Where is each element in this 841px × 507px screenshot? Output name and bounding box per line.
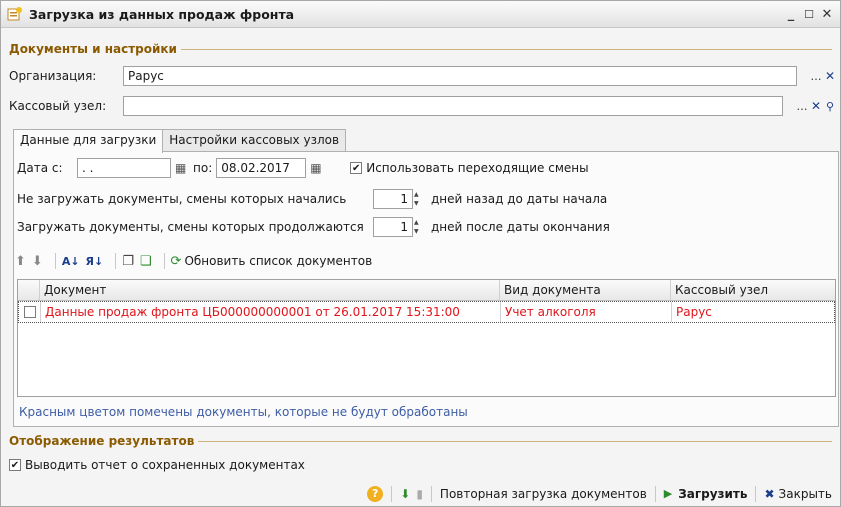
checkbox-unchecked-icon[interactable]	[23, 306, 36, 318]
arrow-down-icon[interactable]: ⬇	[32, 254, 43, 269]
close-window-button[interactable]: ✕	[818, 7, 836, 22]
do-load-days-input[interactable]: 1 ▲ ▼	[373, 217, 419, 237]
uncheck-all-icon[interactable]: ❏	[140, 254, 152, 269]
help-icon[interactable]: ?	[367, 485, 384, 502]
doc-disabled-icon: ▮	[416, 486, 423, 501]
refresh-icon[interactable]: ⟳	[171, 254, 182, 269]
arrow-up-icon[interactable]: ⬆	[15, 254, 26, 269]
org-select-button[interactable]: …	[809, 67, 823, 85]
row-checkbox[interactable]	[19, 302, 41, 322]
no-load-days-input[interactable]: 1 ▲ ▼	[373, 189, 419, 209]
org-field[interactable]: Рарус	[123, 66, 797, 86]
dates-row: Дата с: . . ▦ по: 08.02.2017 ▦ ✔ Использ…	[17, 158, 589, 178]
org-clear-icon[interactable]: ✕	[823, 67, 837, 85]
reload-button[interactable]: Повторная загрузка документов	[440, 487, 647, 501]
row-type: Учет алкоголя	[501, 302, 672, 322]
cash-node-clear-icon[interactable]: ✕	[809, 97, 823, 115]
use-shifts-label: Использовать переходящие смены	[366, 161, 589, 175]
use-shifts-checkbox[interactable]: ✔ Использовать переходящие смены	[350, 161, 589, 175]
no-load-label: Не загружать документы, смены которых на…	[17, 192, 347, 206]
tab-load-data[interactable]: Данные для загрузки	[13, 129, 164, 153]
section-results: Отображение результатов	[9, 431, 832, 451]
legend-note: Красным цветом помечены документы, котор…	[19, 405, 468, 419]
grid-header: Документ Вид документа Кассовый узел	[18, 280, 835, 301]
date-to-field[interactable]: 08.02.2017	[216, 158, 307, 178]
tabs: Данные для загрузки Настройки кассовых у…	[13, 129, 347, 153]
footer-separator	[430, 485, 432, 502]
section-divider	[180, 48, 832, 50]
app-icon	[7, 7, 22, 21]
toolbar-separator	[163, 253, 165, 269]
column-header-type[interactable]: Вид документа	[500, 280, 671, 300]
footer-bar: ? ⬇ ▮ Повторная загрузка документов ▶ За…	[1, 481, 840, 506]
sort-desc-icon[interactable]: Я↓	[86, 255, 104, 268]
toolbar-separator	[54, 253, 56, 269]
section-title: Документы и настройки	[9, 42, 177, 56]
section-documents-settings: Документы и настройки	[9, 39, 832, 59]
footer-separator	[391, 485, 393, 502]
restore-button[interactable]: ☐	[800, 8, 818, 21]
minimize-button[interactable]: _	[782, 7, 800, 22]
dialog-window: Загрузка из данных продаж фронта _ ☐ ✕ Д…	[0, 0, 841, 507]
grid-header-check	[18, 280, 40, 300]
org-label: Организация:	[9, 69, 97, 83]
toolbar-separator	[115, 253, 117, 269]
no-load-row: Не загружать документы, смены которых на…	[17, 189, 607, 209]
no-load-suffix: дней назад до даты начала	[431, 192, 608, 206]
sort-asc-icon[interactable]: A↓	[62, 255, 80, 268]
row-document: Данные продаж фронта ЦБ000000000001 от 2…	[41, 302, 501, 322]
grid-toolbar: ⬆ ⬇ A↓ Я↓ ❐ ❏ ⟳ Обновить список документ…	[15, 251, 372, 271]
org-row: Организация: Рарус … ✕	[9, 66, 837, 86]
doc-check-icon[interactable]: ⬇	[400, 487, 410, 501]
do-load-suffix: дней после даты окончания	[431, 220, 610, 234]
section-divider	[198, 440, 832, 442]
cash-node-label: Кассовый узел:	[9, 99, 107, 113]
do-load-days-value: 1	[400, 220, 408, 234]
cash-node-field[interactable]	[123, 96, 783, 116]
section-title: Отображение результатов	[9, 434, 195, 448]
row-node: Рарус	[676, 305, 712, 319]
table-row[interactable]: Данные продаж фронта ЦБ000000000001 от 2…	[18, 301, 835, 323]
report-label: Выводить отчет о сохраненных документах	[25, 458, 305, 472]
refresh-button[interactable]: Обновить список документов	[184, 254, 372, 268]
spinner-arrows-icon[interactable]: ▲ ▼	[414, 190, 424, 208]
date-from-field[interactable]: . .	[77, 158, 171, 178]
check-all-icon[interactable]: ❐	[122, 254, 134, 269]
cash-node-select-button[interactable]: …	[795, 97, 809, 115]
footer-separator	[654, 485, 656, 502]
column-header-node[interactable]: Кассовый узел	[671, 280, 835, 300]
cash-node-row: Кассовый узел: … ✕ ⚲	[9, 96, 837, 116]
calendar-icon[interactable]: ▦	[175, 161, 189, 175]
calendar-icon[interactable]: ▦	[310, 161, 324, 175]
documents-grid: Документ Вид документа Кассовый узел Дан…	[17, 279, 836, 397]
close-icon[interactable]: ✖	[764, 487, 774, 501]
search-icon[interactable]: ⚲	[823, 97, 837, 115]
checkbox-checked-icon[interactable]: ✔	[9, 459, 21, 471]
report-checkbox-row[interactable]: ✔ Выводить отчет о сохраненных документа…	[9, 458, 305, 472]
checkbox-checked-icon[interactable]: ✔	[350, 162, 363, 174]
do-load-label: Загружать документы, смены которых продо…	[17, 220, 364, 234]
do-load-row: Загружать документы, смены которых продо…	[17, 217, 610, 237]
close-button[interactable]: Закрыть	[779, 487, 832, 501]
date-from-label: Дата с:	[17, 161, 63, 175]
spinner-arrows-icon[interactable]: ▲ ▼	[414, 218, 424, 236]
play-icon[interactable]: ▶	[664, 487, 672, 500]
window-title: Загрузка из данных продаж фронта	[29, 6, 295, 22]
load-button[interactable]: Загрузить	[678, 487, 747, 501]
column-header-document[interactable]: Документ	[40, 280, 500, 300]
title-bar: Загрузка из данных продаж фронта _ ☐ ✕	[1, 1, 840, 28]
no-load-days-value: 1	[400, 192, 408, 206]
footer-separator	[755, 485, 757, 502]
date-to-label: по:	[193, 161, 213, 175]
tab-cash-settings[interactable]: Настройки кассовых узлов	[162, 129, 347, 152]
